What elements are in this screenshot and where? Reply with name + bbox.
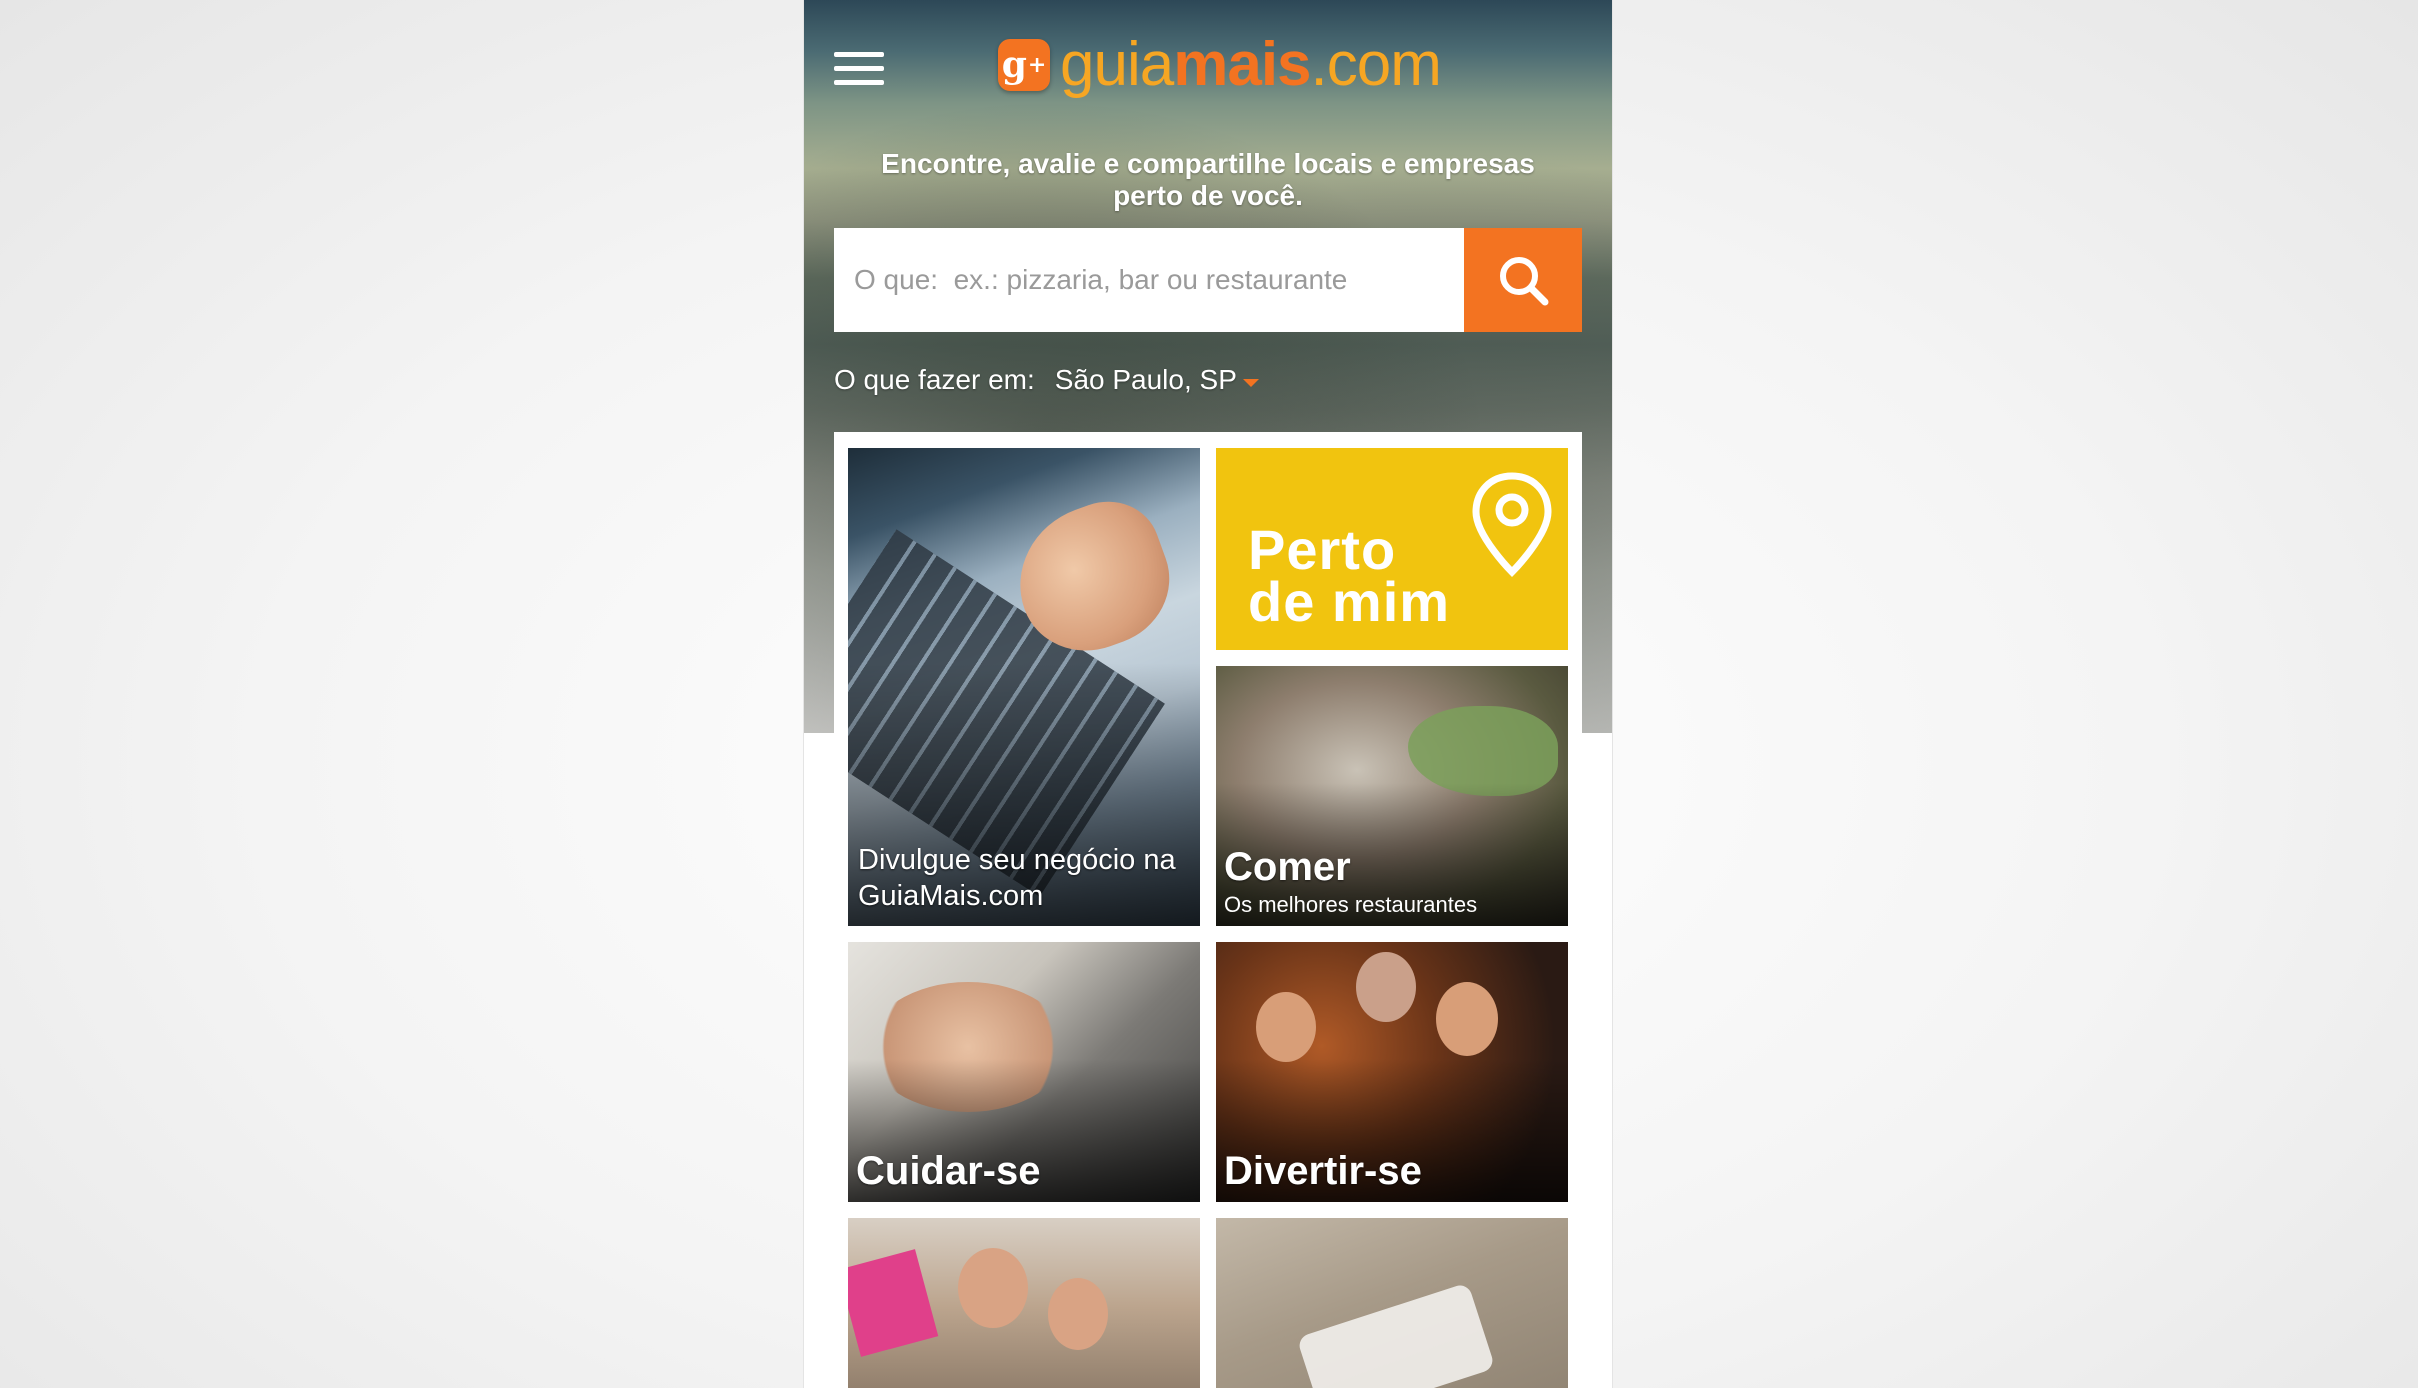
location-selector: O que fazer em: São Paulo, SP xyxy=(834,364,1259,396)
tile-divulgue[interactable]: Divulgue seu negócio na GuiaMais.com xyxy=(848,448,1200,926)
logo-wordmark: guiamais.com xyxy=(1060,30,1442,99)
tile-divertir-se[interactable]: Divertir-se xyxy=(1216,942,1568,1202)
location-label: O que fazer em: xyxy=(834,364,1035,395)
map-pin-icon xyxy=(1472,472,1552,577)
shopping-bags-image xyxy=(848,1249,939,1357)
tagline: Encontre, avalie e compartilhe locais e … xyxy=(881,148,1535,211)
tile-comer-title: Comer xyxy=(1224,845,1351,889)
search-icon xyxy=(1500,257,1549,306)
tile-cuidar-se[interactable]: Cuidar-se xyxy=(848,942,1200,1202)
location-value[interactable]: São Paulo, SP xyxy=(1055,364,1237,396)
price-tag-image xyxy=(1296,1282,1496,1388)
caret-down-icon[interactable] xyxy=(1242,379,1259,387)
party-people-image xyxy=(1256,992,1316,1062)
search-input[interactable] xyxy=(834,228,1464,332)
guiamais-logo[interactable]: g + guiamais.com xyxy=(998,30,1442,100)
tile-comer-subtitle: Os melhores restaurantes xyxy=(1224,892,1478,917)
tile-offers[interactable] xyxy=(1216,1218,1568,1388)
hamburger-menu-icon[interactable] xyxy=(834,52,884,86)
tile-comer[interactable]: Comer Os melhores restaurantes xyxy=(1216,666,1568,926)
category-grid: Divulgue seu negócio na GuiaMais.com Per… xyxy=(834,432,1582,1388)
tile-shopping[interactable] xyxy=(848,1218,1200,1388)
logo-mark: g + xyxy=(998,39,1050,91)
tile-divertir-title: Divertir-se xyxy=(1224,1149,1422,1193)
search-button[interactable] xyxy=(1464,228,1582,332)
tile-perto-de-mim[interactable]: Perto de mim xyxy=(1216,448,1568,650)
tile-divulgue-label: Divulgue seu negócio na GuiaMais.com xyxy=(858,844,1176,912)
tile-perto-label: Perto de mim xyxy=(1248,518,1451,633)
mobile-viewport: g + guiamais.com Encontre, avalie e compa… xyxy=(804,0,1612,1388)
tile-cuidar-title: Cuidar-se xyxy=(856,1149,1041,1193)
